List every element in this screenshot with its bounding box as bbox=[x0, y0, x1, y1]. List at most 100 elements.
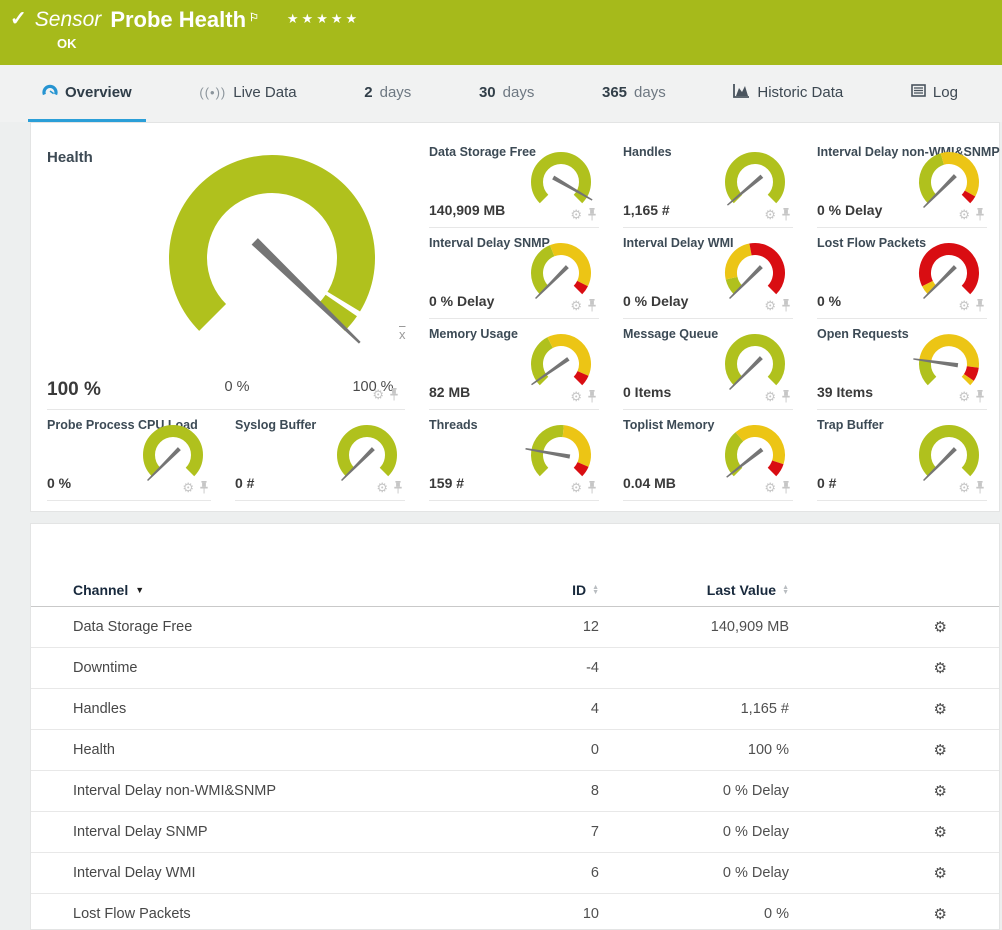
status-badge: OK bbox=[57, 36, 77, 51]
table-row-interval-delay-non-wmi-snmp[interactable]: Interval Delay non-WMI&SNMP80 % Delay⚙ bbox=[31, 771, 999, 812]
gauge bbox=[525, 333, 597, 395]
tab-live-data[interactable]: ((•))Live Data bbox=[185, 65, 310, 122]
pin-icon[interactable] bbox=[975, 208, 985, 221]
gauge-title: Memory Usage bbox=[429, 327, 518, 341]
tab-label: days bbox=[634, 84, 666, 101]
gauge-cell-syslog-buffer: Syslog Buffer0 #⚙ bbox=[235, 410, 405, 501]
sensor-name: Probe Health bbox=[110, 7, 246, 32]
gear-icon[interactable]: ⚙ bbox=[570, 300, 582, 312]
pin-icon[interactable] bbox=[975, 481, 985, 494]
gauge-cell-trap-buffer: Trap Buffer0 #⚙ bbox=[817, 410, 987, 501]
channel-settings-gear-icon[interactable]: ⚙ bbox=[934, 700, 947, 718]
pin-icon[interactable] bbox=[781, 390, 791, 403]
table-row-data-storage-free[interactable]: Data Storage Free12140,909 MB⚙ bbox=[31, 607, 999, 648]
gear-icon[interactable]: ⚙ bbox=[570, 209, 582, 221]
gauge-icon bbox=[42, 83, 58, 101]
gauge-value: 0.04 MB bbox=[623, 475, 676, 491]
table-row-interval-delay-snmp[interactable]: Interval Delay SNMP70 % Delay⚙ bbox=[31, 812, 999, 853]
priority-stars[interactable]: ★★★★★ bbox=[287, 8, 360, 30]
gauge-cell-interval-delay-wmi: Interval Delay WMI0 % Delay⚙ bbox=[623, 228, 793, 319]
cell-id: 6 bbox=[509, 865, 599, 881]
gauge-title: Data Storage Free bbox=[429, 145, 536, 159]
cell-last-value: 0 % bbox=[599, 906, 789, 922]
gear-icon[interactable]: ⚙ bbox=[372, 389, 384, 401]
gauge-cell-open-requests: Open Requests39 Items⚙ bbox=[817, 319, 987, 410]
gear-icon[interactable]: ⚙ bbox=[764, 391, 776, 403]
gauge-cell-probe-process-cpu-load: Probe Process CPU Load0 %⚙ bbox=[47, 410, 211, 501]
tab-days2[interactable]: 2days bbox=[350, 65, 425, 122]
tab-historic-data[interactable]: Historic Data bbox=[719, 65, 857, 122]
cell-last-value: 0 % Delay bbox=[599, 824, 789, 840]
pin-icon[interactable] bbox=[393, 481, 403, 494]
pin-icon[interactable] bbox=[587, 390, 597, 403]
gauge-cell-data-storage-free: Data Storage Free140,909 MB⚙ bbox=[429, 137, 599, 228]
cell-channel: Lost Flow Packets bbox=[73, 906, 509, 922]
tab-days30[interactable]: 30 days bbox=[465, 65, 548, 122]
pin-icon[interactable] bbox=[975, 390, 985, 403]
tab-label: Log bbox=[933, 84, 958, 101]
channel-settings-gear-icon[interactable]: ⚙ bbox=[934, 823, 947, 841]
gear-icon[interactable]: ⚙ bbox=[764, 209, 776, 221]
flag-icon[interactable]: ⚐ bbox=[249, 12, 259, 24]
cell-id: 4 bbox=[509, 701, 599, 717]
gear-icon[interactable]: ⚙ bbox=[570, 482, 582, 494]
table-row-handles[interactable]: Handles41,165 #⚙ bbox=[31, 689, 999, 730]
gauge bbox=[719, 424, 791, 486]
gear-icon[interactable]: ⚙ bbox=[182, 482, 194, 494]
gauge bbox=[525, 424, 597, 486]
channel-settings-gear-icon[interactable]: ⚙ bbox=[934, 864, 947, 882]
tab-number: 30 bbox=[479, 84, 496, 101]
gauge bbox=[913, 333, 985, 395]
tab-days365[interactable]: 365 days bbox=[588, 65, 680, 122]
column-header-last-value[interactable]: Last Value▲▼ bbox=[599, 582, 789, 598]
gear-icon[interactable]: ⚙ bbox=[958, 209, 970, 221]
pin-icon[interactable] bbox=[587, 208, 597, 221]
cell-last-value: 1,165 # bbox=[599, 701, 789, 717]
tab-number: 2 bbox=[364, 84, 372, 101]
gauge-value: 0 % Delay bbox=[817, 202, 882, 218]
gauge bbox=[137, 424, 209, 486]
channel-settings-gear-icon[interactable]: ⚙ bbox=[934, 905, 947, 923]
column-header-channel[interactable]: Channel▼ bbox=[73, 582, 509, 598]
channel-settings-gear-icon[interactable]: ⚙ bbox=[934, 618, 947, 636]
tab-number: 365 bbox=[602, 84, 627, 101]
table-row-downtime[interactable]: Downtime-4⚙ bbox=[31, 648, 999, 689]
channel-settings-gear-icon[interactable]: ⚙ bbox=[934, 659, 947, 677]
gauge-cell-toplist-memory: Toplist Memory0.04 MB⚙ bbox=[623, 410, 793, 501]
gear-icon[interactable]: ⚙ bbox=[958, 482, 970, 494]
table-row-interval-delay-wmi[interactable]: Interval Delay WMI60 % Delay⚙ bbox=[31, 853, 999, 894]
health-gauge-min-label: 0 % bbox=[197, 379, 277, 395]
table-row-health[interactable]: Health0100 %⚙ bbox=[31, 730, 999, 771]
pin-icon[interactable] bbox=[975, 299, 985, 312]
gear-icon[interactable]: ⚙ bbox=[570, 391, 582, 403]
tab-overview[interactable]: Overview bbox=[28, 65, 146, 122]
gauge-title: Message Queue bbox=[623, 327, 718, 341]
pin-icon[interactable] bbox=[587, 481, 597, 494]
channel-settings-gear-icon[interactable]: ⚙ bbox=[934, 741, 947, 759]
sort-icon: ▲▼ bbox=[592, 585, 599, 595]
gear-icon[interactable]: ⚙ bbox=[764, 300, 776, 312]
table-row-lost-flow-packets[interactable]: Lost Flow Packets100 %⚙ bbox=[31, 894, 999, 930]
pin-icon[interactable] bbox=[781, 299, 791, 312]
gear-icon[interactable]: ⚙ bbox=[764, 482, 776, 494]
tab-label: days bbox=[503, 84, 535, 101]
pin-icon[interactable] bbox=[199, 481, 209, 494]
cell-id: -4 bbox=[509, 660, 599, 676]
pin-icon[interactable] bbox=[781, 481, 791, 494]
gauge-value: 82 MB bbox=[429, 384, 470, 400]
cell-id: 0 bbox=[509, 742, 599, 758]
gauge-grid: Health x 0 % 100 % 100 % ⚙ Data Storage … bbox=[31, 137, 999, 501]
gauge bbox=[719, 333, 791, 395]
gear-icon[interactable]: ⚙ bbox=[376, 482, 388, 494]
tab-label: Live Data bbox=[233, 84, 296, 101]
gauges-panel: Health x 0 % 100 % 100 % ⚙ Data Storage … bbox=[30, 122, 1000, 512]
gear-icon[interactable]: ⚙ bbox=[958, 300, 970, 312]
cell-last-value: 0 % Delay bbox=[599, 783, 789, 799]
pin-icon[interactable] bbox=[389, 388, 399, 401]
column-header-id[interactable]: ID▲▼ bbox=[509, 582, 599, 598]
tab-log[interactable]: Log bbox=[897, 65, 972, 122]
gear-icon[interactable]: ⚙ bbox=[958, 391, 970, 403]
pin-icon[interactable] bbox=[781, 208, 791, 221]
pin-icon[interactable] bbox=[587, 299, 597, 312]
channel-settings-gear-icon[interactable]: ⚙ bbox=[934, 782, 947, 800]
